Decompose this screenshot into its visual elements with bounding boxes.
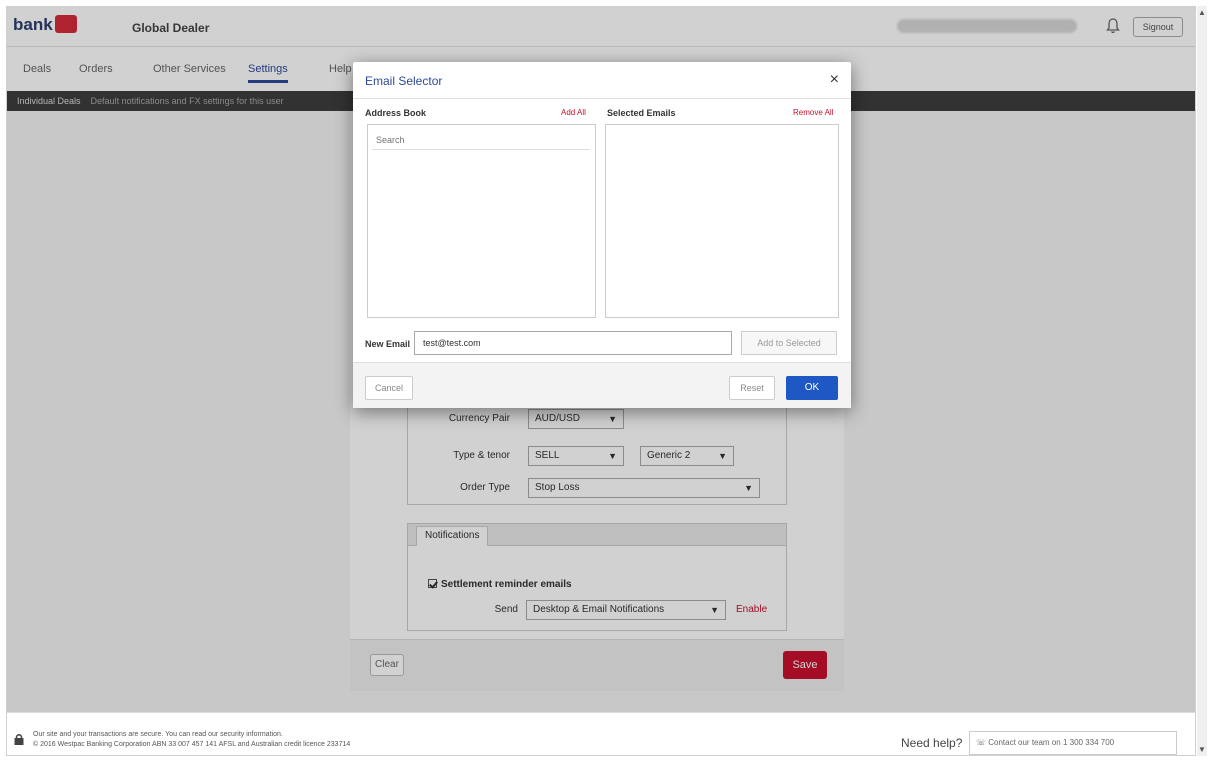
need-help-label: Need help? [901, 736, 963, 750]
selected-emails-list[interactable] [605, 124, 839, 318]
cancel-button[interactable]: Cancel [365, 376, 413, 400]
dialog-title: Email Selector [365, 74, 443, 88]
security-line: Our site and your transactions are secur… [33, 731, 283, 738]
add-to-selected-button[interactable]: Add to Selected [741, 331, 837, 355]
page-scrollbar[interactable]: ▲ ▼ [1197, 6, 1207, 756]
copyright-line: © 2016 Westpac Banking Corporation ABN 3… [33, 741, 351, 748]
add-all-link[interactable]: Add All [561, 108, 586, 117]
scroll-up-icon[interactable]: ▲ [1198, 8, 1206, 17]
reset-button[interactable]: Reset [729, 376, 775, 400]
scroll-down-icon[interactable]: ▼ [1198, 745, 1206, 754]
dialog-footer: Cancel Reset OK [353, 362, 851, 408]
divider [353, 98, 851, 99]
new-email-label: New Email [365, 339, 411, 349]
address-book-label: Address Book [365, 108, 427, 118]
lock-icon [14, 734, 24, 745]
close-icon[interactable]: × [830, 71, 839, 89]
phone-icon: ☏ [976, 738, 989, 747]
new-email-input[interactable] [414, 331, 732, 355]
security-notice: Our site and your transactions are secur… [33, 730, 350, 750]
remove-all-link[interactable]: Remove All [793, 108, 833, 117]
ok-button[interactable]: OK [786, 376, 838, 400]
selected-emails-label: Selected Emails [607, 108, 676, 118]
phone-text: Contact our team on 1 300 334 700 [988, 738, 1115, 747]
page-footer: Our site and your transactions are secur… [7, 712, 1195, 755]
contact-phone[interactable]: ☏ Contact our team on 1 300 334 700 [969, 731, 1177, 755]
address-book-list[interactable] [367, 124, 596, 318]
app-window: bank Global Dealer Signout Deals Orders … [6, 6, 1196, 756]
email-selector-dialog: Email Selector × Address Book Add All Se… [353, 62, 851, 408]
search-input[interactable] [372, 130, 590, 150]
